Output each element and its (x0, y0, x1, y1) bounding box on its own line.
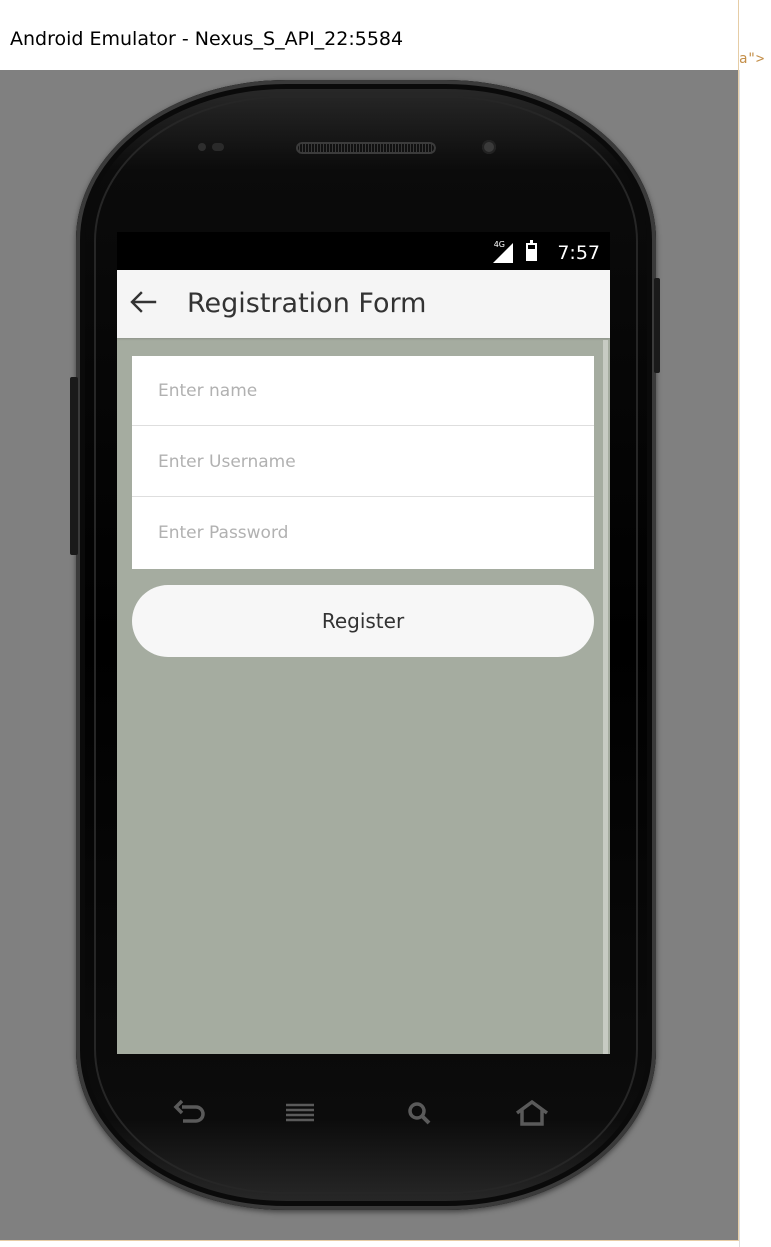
window-titlebar: Android Emulator - Nexus_S_API_22:5584 (0, 0, 738, 70)
register-button[interactable]: Register (132, 585, 594, 657)
status-time: 7:57 (557, 242, 600, 264)
phone-screen: 4G 7:57 Registration Form Register (117, 232, 610, 1054)
password-input[interactable] (132, 498, 594, 568)
name-field (132, 356, 594, 426)
back-icon[interactable] (171, 1097, 211, 1131)
window-title: Android Emulator - Nexus_S_API_22:5584 (10, 28, 404, 50)
proximity-sensor (198, 143, 206, 151)
earpiece-speaker (296, 142, 436, 154)
scrollbar (603, 340, 608, 1054)
username-input[interactable] (132, 427, 594, 496)
signal-icon (493, 243, 513, 263)
arrow-left-icon[interactable] (127, 286, 159, 318)
home-icon[interactable] (512, 1097, 552, 1131)
search-icon[interactable] (400, 1097, 440, 1131)
status-bar: 4G 7:57 (117, 232, 610, 270)
password-field (132, 498, 594, 568)
form-card (132, 356, 594, 569)
page-title: Registration Form (187, 288, 427, 319)
username-field (132, 427, 594, 497)
background-ide-pane (739, 70, 771, 1247)
volume-button[interactable] (70, 377, 78, 555)
menu-icon[interactable] (280, 1097, 320, 1131)
app-bar: Registration Form (117, 270, 610, 338)
name-input[interactable] (132, 356, 594, 425)
phone-nav-bar (117, 1085, 610, 1145)
background-code-fragment: a"> (739, 51, 765, 67)
light-sensor (212, 143, 224, 151)
emulator-window: Android Emulator - Nexus_S_API_22:5584 4… (0, 0, 739, 1241)
power-button[interactable] (654, 278, 660, 373)
battery-icon (526, 240, 537, 261)
front-camera (482, 140, 496, 154)
